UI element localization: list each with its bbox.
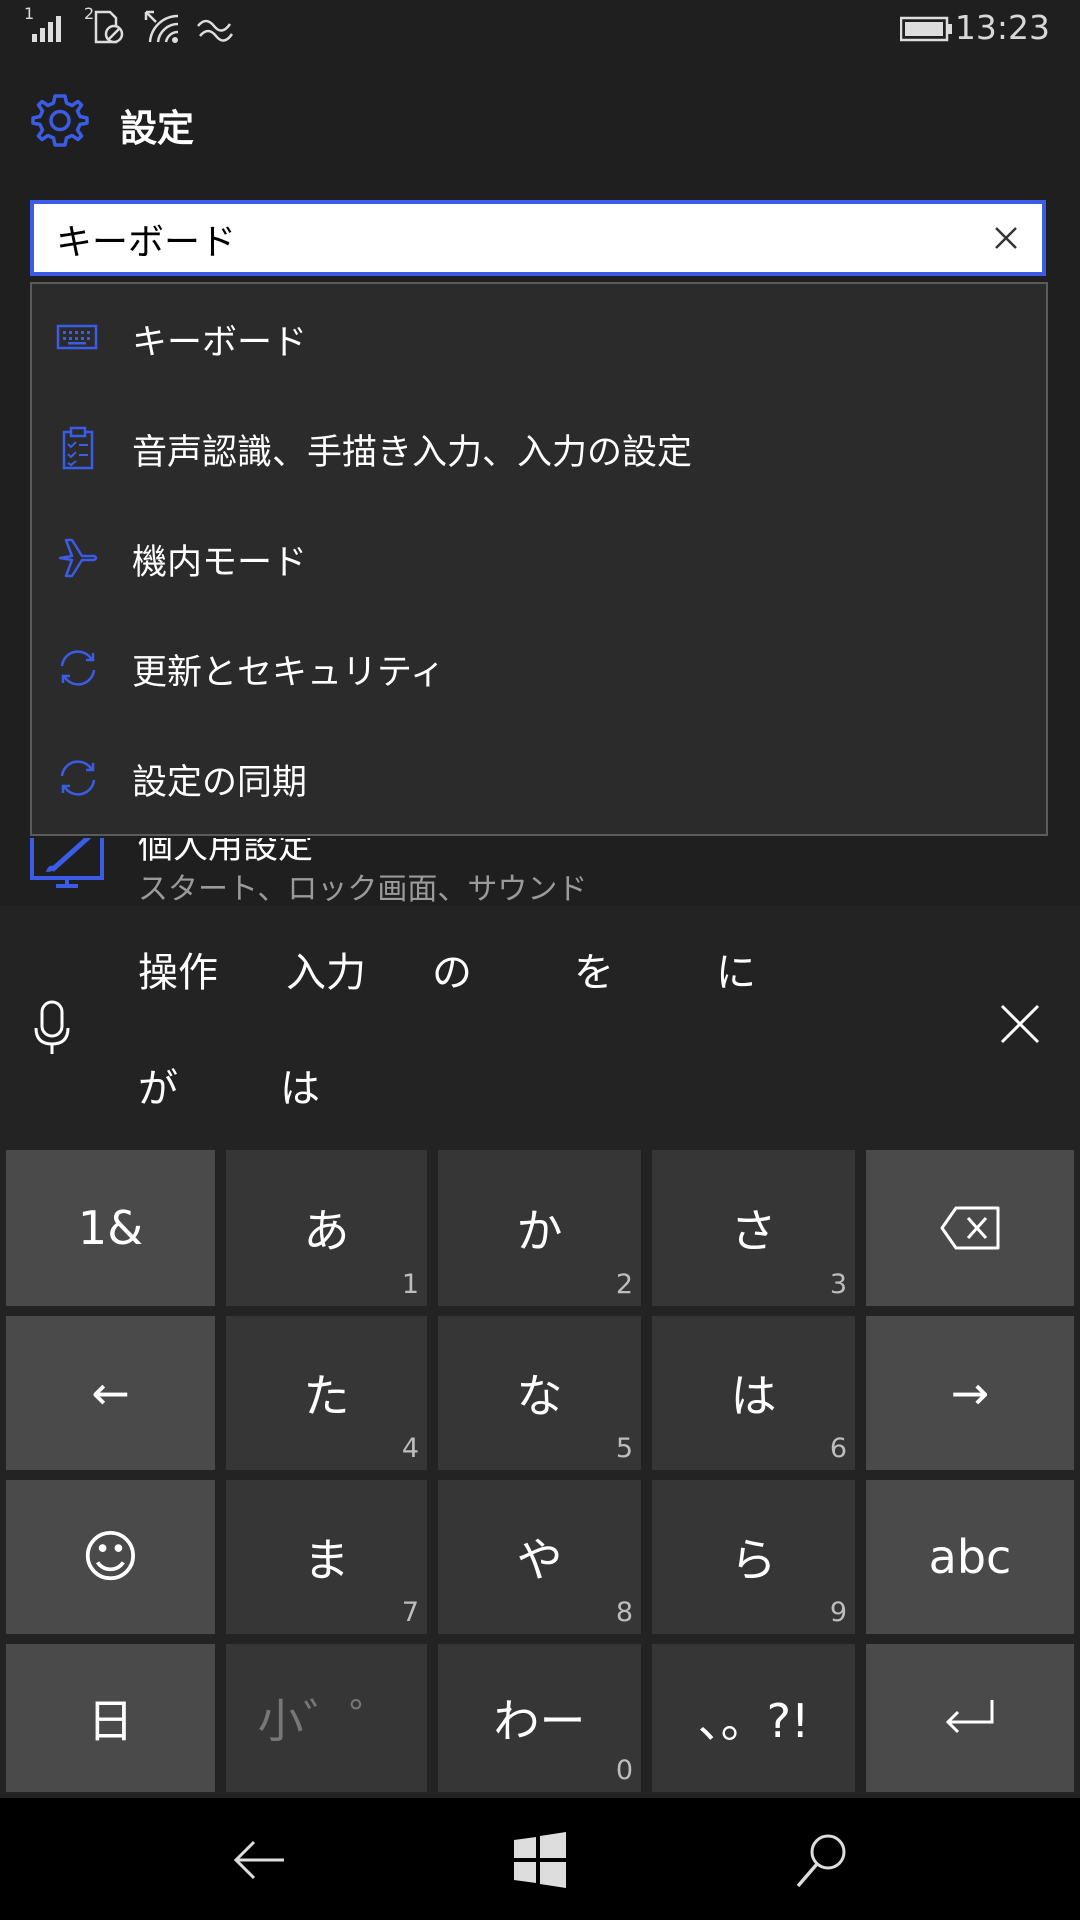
suggestion-label: キーボード [132,323,308,363]
search-input[interactable] [54,204,958,274]
key-label: な [516,1369,563,1423]
key-a[interactable]: あ1 [226,1150,427,1306]
key-number: 3 [829,1269,847,1300]
key-right-arrow[interactable]: → [866,1316,1074,1470]
key-ya[interactable]: や8 [438,1480,641,1634]
search-box[interactable] [30,200,1046,276]
key-label: → [950,1366,990,1420]
key-label: あ [303,1204,350,1258]
suggestion-label: 機内モード [132,543,308,583]
software-keyboard: 1& あ1 か2 さ3 ← た4 な5 は6 → ☺ ま7 や8 ら9 abc … [0,1148,1080,1798]
key-ra[interactable]: ら9 [652,1480,855,1634]
data-sync-icon [197,19,234,42]
clipboard-icon [62,426,94,470]
key-label: や [516,1533,563,1587]
key-label: さ [730,1204,777,1258]
key-ka[interactable]: か2 [438,1150,641,1306]
candidate-word[interactable]: に [716,940,756,998]
key-label: 1& [77,1201,144,1255]
candidate-word[interactable]: が [138,1056,178,1114]
key-number: 4 [401,1433,419,1464]
backspace-icon [940,1206,1000,1250]
key-punctuation[interactable]: 、。?! [652,1644,855,1792]
clear-search-icon[interactable] [990,222,1022,254]
settings-item-subtitle: スタート、ロック画面、サウンド [138,872,588,904]
key-number: 9 [829,1597,847,1628]
suggestion-update-security[interactable]: 更新とセキュリティ [32,614,1046,722]
key-label: は [730,1369,777,1423]
key-label: 日 [87,1694,134,1748]
key-language[interactable]: 日 [6,1644,215,1792]
key-small-dakuten[interactable]: 小゛゜ [226,1644,427,1792]
key-number: 2 [615,1269,633,1300]
key-label: た [303,1369,350,1423]
key-label: ま [303,1533,350,1587]
page-title: 設定 [120,107,194,150]
suggestion-label: 設定の同期 [132,763,308,803]
candidate-word[interactable]: を [574,940,614,998]
enter-icon [945,1700,994,1734]
status-bar: 1 2 13:23 [0,0,1080,60]
key-number: 1 [401,1269,419,1300]
key-label: か [516,1204,563,1258]
suggestion-label: 更新とセキュリティ [132,653,445,693]
signal-icon [32,16,61,42]
close-candidates-icon[interactable] [998,1002,1042,1046]
key-number: 7 [401,1597,419,1628]
windows-start-icon[interactable] [508,1828,572,1892]
emoji-icon: ☺ [81,1524,140,1590]
candidate-word[interactable]: 操作 [138,940,218,998]
keyboard-icon [56,324,98,350]
suggestion-sync-settings[interactable]: 設定の同期 [32,724,1046,832]
key-number: 8 [615,1597,633,1628]
search-icon[interactable] [790,1828,854,1892]
key-backspace[interactable] [866,1150,1074,1306]
key-abc[interactable]: abc [866,1480,1074,1634]
key-left-arrow[interactable]: ← [6,1316,215,1470]
key-emoji[interactable]: ☺ [6,1480,215,1634]
candidate-word[interactable]: の [432,940,472,998]
search-suggestions: キーボード 音声認識、手描き入力、入力の設定 機内モード 更新とセキュリティ 設… [30,282,1048,836]
suggestion-airplane-mode[interactable]: 機内モード [32,504,1046,612]
key-sa[interactable]: さ3 [652,1150,855,1306]
suggestion-speech-ink-typing[interactable]: 音声認識、手描き入力、入力の設定 [32,394,1046,502]
sync-icon [60,650,96,686]
key-label: abc [928,1530,1012,1584]
no-sim-icon [94,10,124,44]
key-ta[interactable]: た4 [226,1316,427,1470]
key-number: 0 [615,1755,633,1786]
battery-icon [900,16,952,42]
settings-item-personalization[interactable]: 個人用設定 スタート、ロック画面、サウンド [0,838,1080,904]
key-number: 6 [829,1433,847,1464]
page-header: 設定 [0,80,1080,160]
key-number: 5 [615,1433,633,1464]
key-label: ← [91,1366,130,1420]
suggestion-keyboard[interactable]: キーボード [32,284,1046,392]
key-label: ら [730,1533,777,1587]
gear-icon [31,94,89,147]
key-na[interactable]: な5 [438,1316,641,1470]
microphone-icon[interactable] [32,998,72,1058]
candidate-word[interactable]: 入力 [286,940,366,998]
key-label: 小゛゜ [257,1694,396,1748]
navigation-bar [0,1798,1080,1920]
wifi-icon [144,10,179,43]
key-ma[interactable]: ま7 [226,1480,427,1634]
sync-icon [60,760,96,796]
back-icon[interactable] [228,1828,292,1892]
key-symbols[interactable]: 1& [6,1150,215,1306]
key-label: 、。?! [697,1694,810,1748]
candidate-bar: 操作 入力 の を に が は [0,906,1080,1148]
clock: 13:23 [954,8,1050,47]
key-ha[interactable]: は6 [652,1316,855,1470]
key-label: わー [493,1694,586,1748]
suggestion-label: 音声認識、手描き入力、入力の設定 [132,433,693,473]
airplane-icon [58,538,98,578]
personalization-icon [30,838,104,888]
candidate-word[interactable]: は [280,1056,320,1114]
key-wa[interactable]: わー 0 [438,1644,641,1792]
key-enter[interactable] [866,1644,1074,1792]
